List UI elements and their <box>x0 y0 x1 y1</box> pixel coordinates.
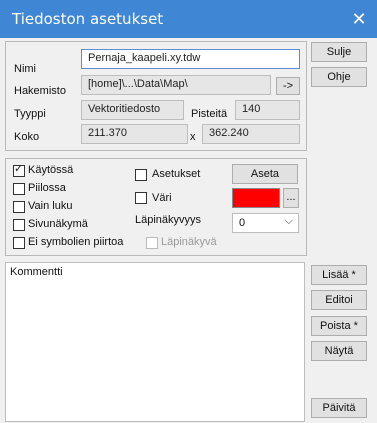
comment-textarea[interactable]: Kommentti <box>5 262 305 422</box>
x-label: x <box>190 131 196 143</box>
set-button[interactable]: Aseta <box>232 164 298 184</box>
no-symbols-label: Ei symbolien piirtoa <box>28 236 124 248</box>
size-label: Koko <box>14 131 40 143</box>
refresh-button[interactable]: Päivitä <box>311 398 367 418</box>
transparency-label: Läpinäkyvyys <box>135 214 202 226</box>
directory-field[interactable]: [home]\...\Data\Map\ <box>81 75 271 95</box>
close-button[interactable]: Sulje <box>311 42 367 62</box>
title-bar: Tiedoston asetukset ✕ <box>0 0 377 38</box>
enabled-label: Käytössä <box>28 164 74 176</box>
color-swatch[interactable] <box>232 188 280 208</box>
close-icon[interactable]: ✕ <box>341 0 377 38</box>
transparent-checkbox <box>146 237 158 249</box>
file-info-group: Nimi Pernaja_kaapeli.xy.tdw Hakemisto [h… <box>5 41 307 151</box>
directory-label: Hakemisto <box>14 85 66 97</box>
readonly-checkbox[interactable] <box>13 201 25 213</box>
settings-label: Asetukset <box>152 168 201 180</box>
color-checkbox[interactable] <box>135 192 147 204</box>
dialog-client: Nimi Pernaja_kaapeli.xy.tdw Hakemisto [h… <box>0 38 377 423</box>
color-label: Väri <box>152 192 172 204</box>
sideview-label: Sivunäkymä <box>28 218 88 230</box>
help-button[interactable]: Ohje <box>311 67 367 87</box>
transparency-value: 0 <box>239 217 246 229</box>
name-label: Nimi <box>14 63 36 75</box>
window-title: Tiedoston asetukset <box>12 10 164 28</box>
x-field: 362.240 <box>202 124 300 144</box>
name-field[interactable]: Pernaja_kaapeli.xy.tdw <box>81 49 300 69</box>
no-symbols-checkbox[interactable] <box>13 237 25 249</box>
hidden-label: Piilossa <box>28 182 66 194</box>
color-picker-button[interactable]: ... <box>283 188 299 208</box>
sideview-checkbox[interactable] <box>13 219 25 231</box>
check-icon: ✓ <box>14 163 24 175</box>
readonly-label: Vain luku <box>28 200 73 212</box>
comment-label: Kommentti <box>10 266 63 278</box>
transparent-label: Läpinäkyvä <box>161 236 217 248</box>
type-label: Tyyppi <box>14 108 46 120</box>
options-group: ✓ Käytössä Piilossa Vain luku Sivunäkymä… <box>5 158 307 256</box>
add-button[interactable]: Lisää * <box>311 265 367 285</box>
settings-checkbox[interactable] <box>135 169 147 181</box>
show-button[interactable]: Näytä <box>311 341 367 361</box>
type-field: Vektoritiedosto <box>81 100 184 120</box>
points-field: 140 <box>235 100 300 120</box>
hidden-checkbox[interactable] <box>13 183 25 195</box>
edit-button[interactable]: Editoi <box>311 290 367 310</box>
points-label: Pisteitä <box>191 108 228 120</box>
enabled-checkbox[interactable]: ✓ <box>13 163 25 177</box>
directory-browse-button[interactable]: -> <box>276 77 300 95</box>
transparency-select[interactable]: 0 ⌵ <box>232 213 299 233</box>
chevron-down-icon: ⌵ <box>284 215 293 227</box>
remove-button[interactable]: Poista * <box>311 316 367 336</box>
size-field: 211.370 <box>81 124 188 144</box>
